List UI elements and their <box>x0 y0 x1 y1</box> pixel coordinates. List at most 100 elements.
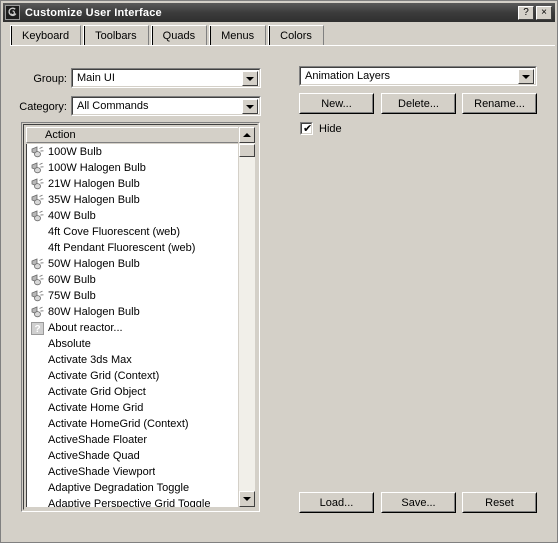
tab-menus-label: Menus <box>221 29 255 42</box>
list-item[interactable]: Adaptive Degradation Toggle <box>27 480 245 496</box>
scrollbar-thumb[interactable] <box>239 144 255 157</box>
tab-keyboard[interactable]: Keyboard <box>10 25 82 46</box>
close-button[interactable]: × <box>536 5 552 20</box>
list-item[interactable]: 40W Bulb <box>27 208 245 224</box>
list-item-label: Activate Home Grid <box>48 402 144 414</box>
rename-button-label: Rename... <box>474 97 525 110</box>
bulb-icon <box>29 305 45 319</box>
list-item-label: Activate Grid (Context) <box>48 370 160 382</box>
list-item-label: Adaptive Degradation Toggle <box>48 482 190 494</box>
list-item-label: 4ft Cove Fluorescent (web) <box>48 226 181 238</box>
tab-quads-label: Quads <box>162 29 196 42</box>
list-item[interactable]: Activate Grid (Context) <box>27 368 245 384</box>
chevron-down-icon <box>246 104 254 109</box>
group-combo-inner: Main UI <box>72 69 260 87</box>
reset-button[interactable]: Reset <box>462 492 537 513</box>
bulb-icon <box>29 257 45 271</box>
tab-colors-label: Colors <box>280 29 312 42</box>
group-combo[interactable]: Main UI <box>71 68 261 88</box>
list-item-label: 100W Bulb <box>48 146 102 158</box>
no-icon <box>29 465 45 479</box>
title-bar-buttons: ? × <box>518 5 552 20</box>
group-label: Group: <box>33 73 67 85</box>
tab-menus[interactable]: Menus <box>209 25 267 46</box>
no-icon <box>29 449 45 463</box>
tab-colors[interactable]: Colors <box>268 25 324 46</box>
list-item-label: ActiveShade Quad <box>48 450 140 462</box>
hide-checkbox[interactable]: ✔ <box>300 122 313 135</box>
action-column-header[interactable]: Action <box>26 127 244 143</box>
list-item-label: Adaptive Perspective Grid Toggle <box>48 498 211 507</box>
hide-checkbox-row[interactable]: ✔ Hide <box>300 122 342 135</box>
list-item[interactable]: Activate Grid Object <box>27 384 245 400</box>
list-item-label: 21W Halogen Bulb <box>48 178 140 190</box>
new-button[interactable]: New... <box>299 93 374 114</box>
tab-quads[interactable]: Quads <box>150 25 208 46</box>
category-combo[interactable]: All Commands <box>71 96 261 116</box>
list-item[interactable]: 100W Halogen Bulb <box>27 160 245 176</box>
list-item[interactable]: ActiveShade Quad <box>27 448 245 464</box>
save-button-label: Save... <box>401 496 436 509</box>
list-item[interactable]: Activate HomeGrid (Context) <box>27 416 245 432</box>
set-combo[interactable]: Animation Layers <box>299 66 537 86</box>
scroll-down-button[interactable] <box>239 491 255 507</box>
list-item[interactable]: 60W Bulb <box>27 272 245 288</box>
set-combo-value: Animation Layers <box>305 70 390 82</box>
scroll-up-button[interactable] <box>239 127 255 143</box>
list-item[interactable]: ActiveShade Floater <box>27 432 245 448</box>
rename-button[interactable]: Rename... <box>462 93 537 114</box>
hide-checkbox-label: Hide <box>319 122 342 135</box>
max-logo-icon <box>5 5 20 20</box>
list-item[interactable]: ? About reactor... <box>27 320 245 336</box>
bulb-icon <box>29 289 45 303</box>
action-list-scrollbar[interactable] <box>238 127 255 507</box>
load-button-label: Load... <box>319 496 354 509</box>
list-item-label: 4ft Pendant Fluorescent (web) <box>48 242 196 254</box>
set-combo-arrow-button[interactable] <box>518 69 534 84</box>
load-button[interactable]: Load... <box>299 492 374 513</box>
list-item[interactable]: 4ft Pendant Fluorescent (web) <box>27 240 245 256</box>
group-combo-value: Main UI <box>77 72 115 84</box>
bulb-icon <box>29 145 45 159</box>
category-combo-arrow-button[interactable] <box>242 99 258 114</box>
list-item-label: 100W Halogen Bulb <box>48 162 146 174</box>
chevron-down-icon <box>522 74 530 79</box>
no-icon <box>29 497 45 507</box>
delete-button[interactable]: Delete... <box>381 93 456 114</box>
list-item[interactable]: 50W Halogen Bulb <box>27 256 245 272</box>
help-button[interactable]: ? <box>518 5 534 20</box>
action-list-body[interactable]: 100W Bulb 100W Halogen Bulb 21W Halogen Bu… <box>26 144 245 507</box>
question-icon: ? <box>29 321 45 335</box>
bulb-icon <box>29 193 45 207</box>
list-item-label: 75W Bulb <box>48 290 96 302</box>
svg-text:?: ? <box>34 324 40 335</box>
list-item-label: Activate HomeGrid (Context) <box>48 418 189 430</box>
list-item[interactable]: 75W Bulb <box>27 288 245 304</box>
list-item[interactable]: Activate Home Grid <box>27 400 245 416</box>
list-item[interactable]: ActiveShade Viewport <box>27 464 245 480</box>
list-item[interactable]: 21W Halogen Bulb <box>27 176 245 192</box>
bulb-icon <box>29 177 45 191</box>
group-combo-arrow-button[interactable] <box>242 71 258 86</box>
list-item-label: 80W Halogen Bulb <box>48 306 140 318</box>
no-icon <box>29 337 45 351</box>
save-button[interactable]: Save... <box>381 492 456 513</box>
no-icon <box>29 481 45 495</box>
set-combo-inner: Animation Layers <box>300 67 536 85</box>
no-icon <box>29 369 45 383</box>
list-item[interactable]: 35W Halogen Bulb <box>27 192 245 208</box>
list-item[interactable]: Adaptive Perspective Grid Toggle <box>27 496 245 507</box>
list-item[interactable]: Activate 3ds Max <box>27 352 245 368</box>
tabs-row: Keyboard Toolbars Quads Menus Colors <box>10 25 326 46</box>
list-item[interactable]: 4ft Cove Fluorescent (web) <box>27 224 245 240</box>
tab-toolbars-label: Toolbars <box>95 29 137 42</box>
list-item-label: 40W Bulb <box>48 210 96 222</box>
no-icon <box>29 417 45 431</box>
bulb-icon <box>29 161 45 175</box>
list-item[interactable]: 100W Bulb <box>27 144 245 160</box>
tab-toolbars[interactable]: Toolbars <box>83 25 149 46</box>
list-item[interactable]: 80W Halogen Bulb <box>27 304 245 320</box>
list-item-label: Activate Grid Object <box>48 386 146 398</box>
list-item[interactable]: Absolute <box>27 336 245 352</box>
tab-keyboard-label: Keyboard <box>22 29 70 42</box>
